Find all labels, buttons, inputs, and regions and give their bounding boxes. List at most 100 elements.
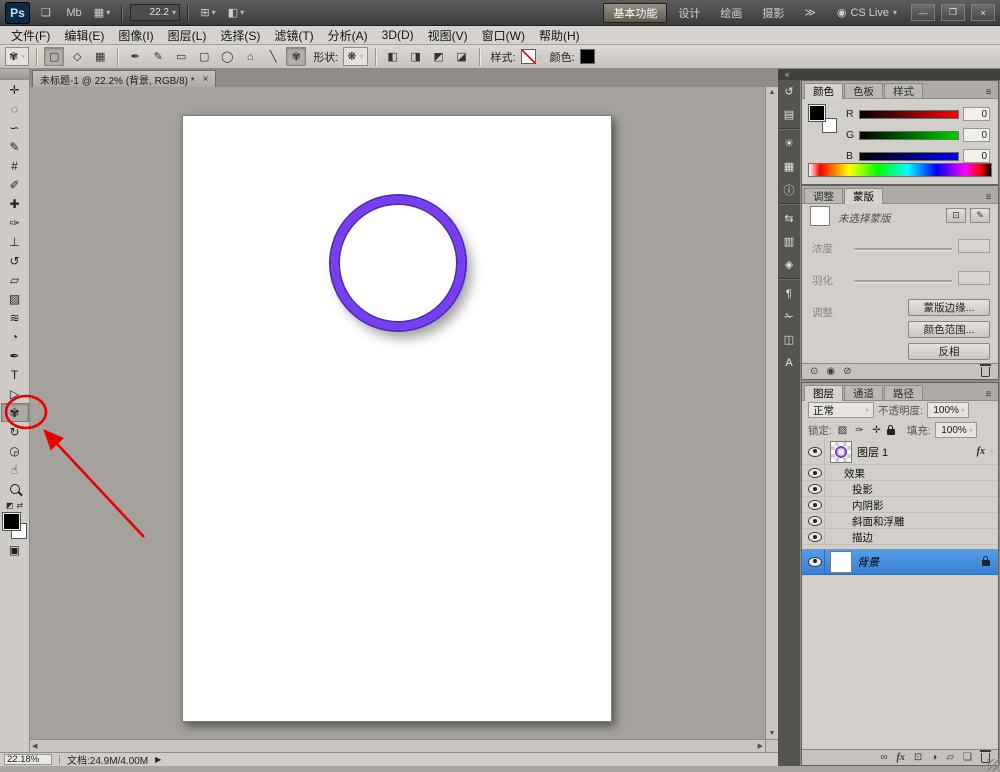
tab-paths[interactable]: 路径: [884, 385, 923, 400]
path-selection-tool-button[interactable]: ▷: [1, 384, 29, 403]
minimize-button[interactable]: —: [911, 4, 935, 21]
panel-menu-icon[interactable]: ≡: [981, 192, 996, 203]
canvas-viewport[interactable]: [30, 87, 765, 739]
visibility-toggle[interactable]: [806, 498, 825, 512]
workspace-photography-button[interactable]: 摄影: [753, 4, 793, 22]
add-layer-style-icon[interactable]: fx: [897, 752, 905, 763]
layer-row-background[interactable]: 背景: [802, 549, 998, 575]
menu-window[interactable]: 窗口(W): [475, 27, 532, 44]
lock-pixels-icon[interactable]: ✑: [853, 425, 866, 436]
info-panel-icon[interactable]: ⓘ: [778, 178, 800, 201]
shape-layers-button[interactable]: ▢: [44, 47, 64, 66]
3d-rotate-tool-button[interactable]: ↻: [1, 422, 29, 441]
screen-mode-button[interactable]: ◧▾: [224, 4, 248, 22]
visibility-toggle[interactable]: [806, 549, 825, 574]
menu-3d[interactable]: 3D(D): [375, 28, 421, 42]
history-panel-icon[interactable]: ↺: [778, 80, 800, 103]
status-flyout-icon[interactable]: ▶: [155, 755, 161, 764]
zoom-level-field[interactable]: 22.2▾: [130, 4, 180, 21]
subtract-shape-area-button[interactable]: ◨: [406, 47, 426, 66]
new-group-icon[interactable]: ▱: [946, 752, 954, 763]
lock-position-icon[interactable]: ✛: [870, 425, 883, 436]
ellipse-tool-button[interactable]: ◯: [217, 47, 237, 66]
add-layer-mask-icon[interactable]: ⊡: [914, 752, 922, 763]
scroll-up-icon[interactable]: ▲: [769, 89, 776, 96]
swap-colors-icon[interactable]: ⇄: [16, 501, 23, 510]
disable-mask-icon[interactable]: ⊘: [843, 366, 851, 377]
visibility-toggle[interactable]: [806, 466, 825, 480]
history-brush-tool-button[interactable]: ↺: [1, 251, 29, 270]
launch-bridge-button[interactable]: ❏: [34, 4, 58, 22]
custom-shape-tool-button[interactable]: ✾: [286, 47, 306, 66]
apply-mask-icon[interactable]: ◉: [826, 366, 835, 377]
polygon-tool-button[interactable]: ⌂: [240, 47, 260, 66]
lock-transparency-icon[interactable]: ▨: [836, 425, 849, 436]
menu-filter[interactable]: 滤镜(T): [267, 27, 320, 44]
clone-stamp-tool-button[interactable]: ⊥: [1, 232, 29, 251]
workspace-essentials-button[interactable]: 基本功能: [603, 3, 667, 23]
color-spectrum-ramp[interactable]: [808, 163, 992, 177]
layer-thumbnail[interactable]: [830, 551, 852, 573]
new-layer-icon[interactable]: ❏: [963, 752, 972, 763]
move-tool-button[interactable]: ✛: [1, 80, 29, 99]
status-zoom-field[interactable]: 22.18%: [4, 754, 52, 765]
layer-row-layer1[interactable]: 图层 1 fx ▾: [802, 439, 998, 465]
tab-channels[interactable]: 通道: [844, 385, 883, 400]
hand-tool-button[interactable]: ☝: [1, 460, 29, 479]
close-button[interactable]: ×: [971, 4, 995, 21]
visibility-toggle[interactable]: [806, 514, 825, 528]
panel-menu-icon[interactable]: ≡: [981, 87, 996, 98]
custom-shape-tool-button[interactable]: ✾: [1, 403, 29, 422]
eyedropper-tool-button[interactable]: ✐: [1, 175, 29, 194]
shape-color-swatch[interactable]: [580, 49, 595, 64]
menu-select[interactable]: 选择(S): [213, 27, 267, 44]
density-slider[interactable]: [854, 248, 952, 251]
add-shape-area-button[interactable]: ◧: [383, 47, 403, 66]
pen-tool-button[interactable]: ✒: [125, 47, 145, 66]
effect-row-drop-shadow[interactable]: 投影: [802, 482, 998, 497]
notes-panel-icon[interactable]: ◫: [778, 328, 800, 351]
document-tab[interactable]: 未标题-1 @ 22.2% (背景, RGB/8) * ×: [32, 70, 216, 87]
menu-help[interactable]: 帮助(H): [532, 27, 587, 44]
layer-name[interactable]: 图层 1: [857, 444, 888, 460]
style-swatch[interactable]: [521, 49, 536, 64]
collapse-panels-icon[interactable]: «: [785, 70, 789, 79]
line-tool-button[interactable]: ╲: [263, 47, 283, 66]
effect-row-inner-shadow[interactable]: 内阴影: [802, 498, 998, 513]
new-adjustment-layer-icon[interactable]: ◑: [931, 752, 937, 763]
invert-button[interactable]: 反相: [908, 343, 990, 360]
exclude-shape-area-button[interactable]: ◪: [452, 47, 472, 66]
crop-tool-button[interactable]: #: [1, 156, 29, 175]
workspace-painting-button[interactable]: 绘画: [711, 4, 751, 22]
mask-edge-button[interactable]: 蒙版边缘...: [908, 299, 990, 316]
vertical-scrollbar[interactable]: ▲ ▼: [765, 87, 778, 739]
tab-styles[interactable]: 样式: [884, 83, 923, 98]
blue-slider[interactable]: [859, 152, 959, 161]
red-slider[interactable]: [859, 110, 959, 119]
panel-menu-icon[interactable]: ≡: [981, 389, 996, 400]
menu-view[interactable]: 视图(V): [421, 27, 475, 44]
quick-mask-button[interactable]: ▣: [1, 540, 29, 559]
cs-live-button[interactable]: ◉ CS Live ▾: [837, 6, 897, 19]
scroll-left-icon[interactable]: ◀: [32, 742, 37, 750]
delete-mask-icon[interactable]: [981, 367, 990, 377]
menu-edit[interactable]: 编辑(E): [57, 27, 111, 44]
shape-picker[interactable]: ❋ ▾: [343, 47, 367, 66]
mask-to-selection-icon[interactable]: ⊙: [810, 366, 818, 377]
menu-file[interactable]: 文件(F): [4, 27, 57, 44]
layer-name[interactable]: 背景: [857, 554, 879, 570]
lasso-tool-button[interactable]: ∽: [1, 118, 29, 137]
tab-color[interactable]: 颜色: [804, 83, 843, 99]
green-slider[interactable]: [859, 131, 959, 140]
canvas-page[interactable]: [182, 115, 612, 722]
view-extras-button[interactable]: ▦▾: [90, 4, 114, 22]
workspace-design-button[interactable]: 设计: [669, 4, 709, 22]
eraser-tool-button[interactable]: ▱: [1, 270, 29, 289]
elliptical-marquee-tool-button[interactable]: ◌: [1, 99, 29, 118]
rectangle-tool-button[interactable]: ▭: [171, 47, 191, 66]
lock-all-icon[interactable]: [887, 429, 895, 435]
histogram-panel-icon[interactable]: ▥: [778, 230, 800, 253]
window-resize-grip[interactable]: [987, 759, 999, 771]
effects-header-row[interactable]: 效果: [802, 466, 998, 481]
menu-analysis[interactable]: 分析(A): [321, 27, 375, 44]
